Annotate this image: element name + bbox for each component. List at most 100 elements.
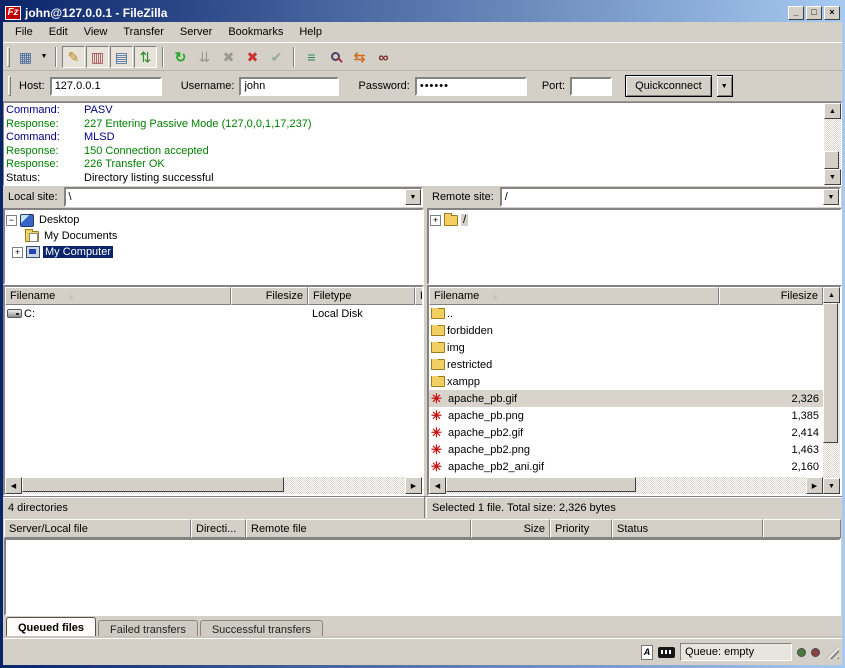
remote-horizontal-scrollbar[interactable]: ◀ ▶ — [429, 477, 823, 494]
password-input[interactable]: •••••• — [415, 77, 527, 96]
local-horizontal-scrollbar[interactable]: ◀ ▶ — [5, 477, 422, 494]
close-button[interactable]: × — [824, 6, 840, 20]
disconnect-button[interactable]: ✖ — [241, 46, 264, 68]
column-direction[interactable]: Directi... — [191, 519, 246, 538]
log-line: Command:PASV — [6, 104, 822, 118]
minimize-button[interactable]: _ — [788, 6, 804, 20]
log-scrollbar[interactable]: ▲ ▼ — [824, 103, 841, 185]
remote-row[interactable]: forbidden — [429, 322, 823, 339]
port-input[interactable] — [570, 77, 612, 96]
remote-row-selected[interactable]: ✳apache_pb.gif2,326 — [429, 390, 823, 407]
menu-view[interactable]: View — [76, 24, 116, 40]
tab-queued-files[interactable]: Queued files — [6, 617, 96, 638]
column-remote-file[interactable]: Remote file — [246, 519, 471, 538]
expand-icon[interactable]: + — [430, 215, 441, 226]
toggle-local-tree-button[interactable]: ▥ — [86, 46, 109, 68]
column-priority[interactable]: Priority — [550, 519, 612, 538]
username-input[interactable]: john — [239, 77, 339, 96]
scroll-left-icon[interactable]: ◀ — [5, 477, 22, 494]
speed-limits-icon[interactable] — [658, 647, 675, 658]
remote-row[interactable]: ✳apache_pb2.png1,463 — [429, 441, 823, 458]
find-files-button[interactable]: ∞ — [372, 46, 395, 68]
column-server-local-file[interactable]: Server/Local file — [4, 519, 191, 538]
column-size[interactable]: Size — [471, 519, 550, 538]
tab-successful-transfers[interactable]: Successful transfers — [200, 620, 323, 638]
log-line: Command:MLSD — [6, 131, 822, 145]
quickconnect-dropdown[interactable]: ▼ — [717, 75, 733, 97]
scroll-left-icon[interactable]: ◀ — [429, 477, 446, 494]
menu-file[interactable]: File — [7, 24, 41, 40]
local-site-combo[interactable]: \ ▼ — [64, 187, 423, 207]
directory-comparison-button[interactable]: ≡ — [300, 46, 323, 68]
log-scroll-thumb[interactable] — [824, 151, 839, 169]
scroll-down-icon[interactable]: ▼ — [823, 478, 840, 494]
local-tree-icon: ▥ — [91, 50, 104, 64]
menu-help[interactable]: Help — [291, 24, 330, 40]
column-last-modified[interactable]: L — [415, 287, 424, 305]
filter-button[interactable]: ✔ — [265, 46, 288, 68]
remote-row[interactable]: ✳apache_pb.png1,385 — [429, 407, 823, 424]
menu-transfer[interactable]: Transfer — [115, 24, 172, 40]
local-status-text: 4 directories — [3, 497, 424, 518]
tree-item-desktop[interactable]: − Desktop — [6, 212, 421, 228]
toggle-log-button[interactable]: ✎ — [62, 46, 85, 68]
remote-list-body[interactable]: .. forbidden img restricted xampp ✳apach… — [429, 305, 823, 477]
scroll-thumb[interactable] — [22, 477, 284, 492]
tree-item-my-computer[interactable]: + My Computer — [6, 244, 421, 260]
scroll-down-icon[interactable]: ▼ — [824, 169, 841, 185]
remote-row[interactable]: xampp — [429, 373, 823, 390]
remote-directory-tree[interactable]: + / — [427, 208, 842, 285]
resize-grip[interactable] — [825, 645, 839, 659]
cancel-button[interactable]: ✖ — [217, 46, 240, 68]
remote-row[interactable]: img — [429, 339, 823, 356]
sync-browsing-button[interactable]: ⇆ — [348, 46, 371, 68]
queue-body[interactable] — [4, 538, 841, 616]
remote-row[interactable]: restricted — [429, 356, 823, 373]
toggle-queue-button[interactable]: ⇅ — [134, 46, 157, 68]
tree-item-root[interactable]: + / — [430, 212, 839, 228]
scroll-right-icon[interactable]: ▶ — [405, 477, 422, 494]
queue-header: Server/Local file Directi... Remote file… — [3, 518, 842, 538]
quickconnect-button[interactable]: Quickconnect — [625, 75, 712, 97]
remote-row[interactable]: ✳apache_pb2_ani.gif2,160 — [429, 458, 823, 475]
host-input[interactable]: 127.0.0.1 — [50, 77, 162, 96]
scroll-thumb[interactable] — [446, 477, 636, 492]
tab-failed-transfers[interactable]: Failed transfers — [98, 620, 198, 638]
column-filesize[interactable]: Filesize — [231, 287, 308, 305]
scroll-up-icon[interactable]: ▲ — [823, 287, 840, 303]
scroll-thumb[interactable] — [823, 303, 838, 443]
chevron-down-icon[interactable]: ▼ — [405, 189, 421, 205]
column-filesize[interactable]: Filesize — [719, 287, 823, 305]
process-queue-button[interactable]: ⇊ — [193, 46, 216, 68]
collapse-icon[interactable]: − — [6, 215, 17, 226]
refresh-icon: ↻ — [175, 50, 187, 64]
menu-edit[interactable]: Edit — [41, 24, 76, 40]
refresh-button[interactable]: ↻ — [169, 46, 192, 68]
toggle-remote-tree-button[interactable]: ▤ — [110, 46, 133, 68]
remote-row[interactable]: ✳apache_pb2.gif2,414 — [429, 424, 823, 441]
local-list-body[interactable]: C: Local Disk — [5, 305, 422, 477]
local-row-c-drive[interactable]: C: Local Disk — [5, 305, 422, 322]
site-manager-dropdown[interactable]: ▼ — [38, 46, 50, 68]
site-manager-button[interactable]: ▦ — [14, 46, 37, 68]
file-search-button[interactable] — [324, 46, 347, 68]
ascii-transfer-type-icon[interactable]: A — [641, 645, 653, 660]
scroll-up-icon[interactable]: ▲ — [824, 103, 841, 119]
titlebar[interactable]: Fz john@127.0.0.1 - FileZilla _ □ × — [3, 3, 842, 22]
scroll-right-icon[interactable]: ▶ — [806, 477, 823, 494]
local-directory-tree[interactable]: − Desktop My Documents + My Computer — [3, 208, 424, 285]
chevron-down-icon[interactable]: ▼ — [823, 189, 839, 205]
expand-icon[interactable]: + — [12, 247, 23, 258]
menu-bookmarks[interactable]: Bookmarks — [220, 24, 291, 40]
column-filename[interactable]: Filename▲ — [5, 287, 231, 305]
remote-vertical-scrollbar[interactable]: ▲ ▼ — [823, 287, 840, 494]
menu-server[interactable]: Server — [172, 24, 220, 40]
column-filetype[interactable]: Filetype — [308, 287, 415, 305]
column-status[interactable]: Status — [612, 519, 763, 538]
column-filename[interactable]: Filename▲ — [429, 287, 719, 305]
tree-item-my-documents[interactable]: My Documents — [6, 228, 421, 244]
maximize-button[interactable]: □ — [806, 6, 822, 20]
remote-site-combo[interactable]: / ▼ — [500, 187, 841, 207]
remote-row[interactable]: .. — [429, 305, 823, 322]
remote-tree-icon: ▤ — [115, 50, 128, 64]
